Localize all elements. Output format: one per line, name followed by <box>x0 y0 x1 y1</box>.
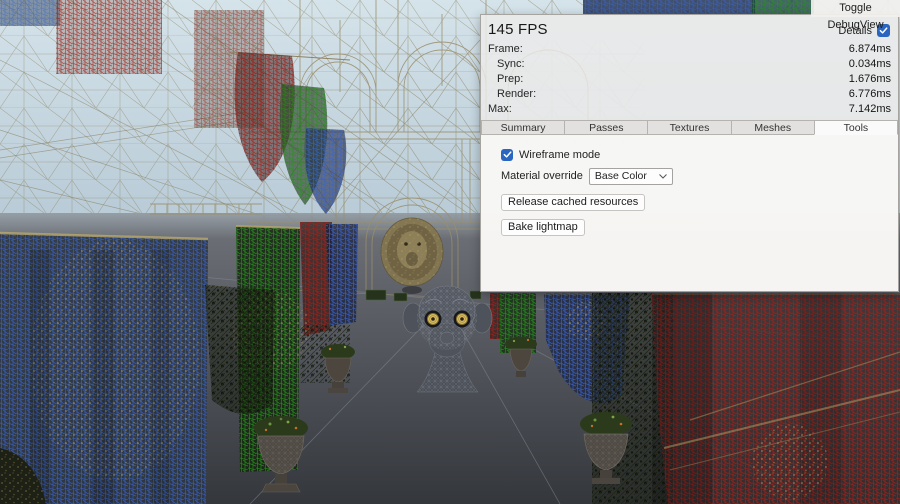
tab-passes[interactable]: Passes <box>564 120 648 135</box>
tab-textures[interactable]: Textures <box>647 120 731 135</box>
tools-tab-content: Wireframe mode Material override Base Co… <box>481 135 898 291</box>
stat-row-render: Render: 6.776ms <box>488 87 891 102</box>
left-blue-curtain <box>0 233 208 504</box>
bake-lightmap-button[interactable]: Bake lightmap <box>501 219 585 236</box>
checkmark-icon <box>503 150 512 159</box>
wireframe-mode-checkbox[interactable] <box>501 149 513 161</box>
stat-label: Prep: <box>488 73 523 85</box>
stat-label: Sync: <box>488 58 525 70</box>
toggle-debugview-button[interactable]: Toggle DebugView <box>811 0 900 17</box>
stat-label: Frame: <box>488 43 523 55</box>
wireframe-mode-label: Wireframe mode <box>519 149 600 161</box>
material-override-value: Base Color <box>595 170 647 182</box>
fps-counter: 145 FPS <box>488 21 548 38</box>
stat-value: 1.676ms <box>849 73 891 85</box>
chevron-down-icon <box>659 174 667 179</box>
right-red-curtain <box>652 293 900 504</box>
tab-meshes[interactable]: Meshes <box>731 120 815 135</box>
stat-value: 0.034ms <box>849 58 891 70</box>
material-override-row: Material override Base Color <box>501 168 886 185</box>
stat-value: 6.776ms <box>849 88 891 100</box>
wireframe-mode-row: Wireframe mode <box>501 149 886 161</box>
stat-row-sync: Sync: 0.034ms <box>488 56 891 71</box>
material-override-select[interactable]: Base Color <box>589 168 673 185</box>
stat-row-max: Max: 7.142ms <box>488 102 891 117</box>
stats-list: Frame: 6.874ms Sync: 0.034ms Prep: 1.676… <box>481 41 898 117</box>
stat-row-prep: Prep: 1.676ms <box>488 71 891 86</box>
tab-strip: Summary Passes Textures Meshes Tools <box>481 120 898 135</box>
stat-label: Max: <box>488 103 512 115</box>
stat-value: 6.874ms <box>849 43 891 55</box>
stat-label: Render: <box>488 88 536 100</box>
material-override-label: Material override <box>501 170 583 182</box>
release-cached-resources-button[interactable]: Release cached resources <box>501 194 645 211</box>
tab-tools[interactable]: Tools <box>814 120 898 135</box>
stat-value: 7.142ms <box>849 103 891 115</box>
tab-summary[interactable]: Summary <box>481 120 565 135</box>
debug-panel: 145 FPS Details Frame: 6.874ms Sync: 0.0… <box>480 14 899 292</box>
lower-curtains <box>300 222 358 336</box>
stat-row-frame: Frame: 6.874ms <box>488 41 891 56</box>
